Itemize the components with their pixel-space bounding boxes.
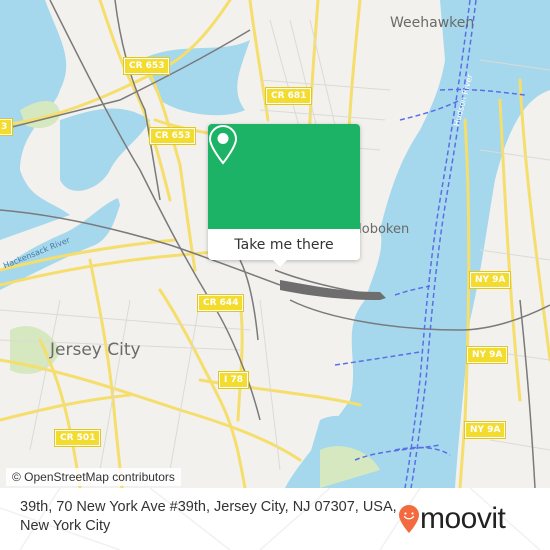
- footer: 39th, 70 New York Ave #39th, Jersey City…: [0, 488, 550, 550]
- moovit-pin-icon: [399, 505, 419, 533]
- map-view[interactable]: Weehawken Hoboken Jersey City Hackensack…: [0, 0, 550, 488]
- road-shield-cr653: CR 653: [148, 127, 197, 145]
- address-text: 39th, 70 New York Ave #39th, Jersey City…: [20, 499, 397, 534]
- road-shield-cr501: CR 501: [53, 429, 102, 447]
- map-attribution[interactable]: © OpenStreetMap contributors: [6, 468, 181, 486]
- road-shield-ny9a: NY 9A: [463, 421, 507, 439]
- moovit-logo[interactable]: moovit: [398, 502, 506, 535]
- map-pin-icon: [208, 124, 238, 165]
- water-mid-bay: [140, 40, 250, 116]
- location-popup: Take me there: [208, 124, 360, 267]
- water-hackensack-upper: [60, 108, 150, 191]
- place-label-hoboken: Hoboken: [352, 222, 410, 237]
- road-shield-i78: I 78: [217, 371, 250, 389]
- moovit-wordmark: moovit: [420, 502, 506, 535]
- popup-header: [208, 124, 360, 229]
- road-shield-cr681: CR 681: [264, 87, 313, 105]
- take-me-there-button[interactable]: Take me there: [208, 229, 360, 260]
- road-shield-ny9a: NY 9A: [465, 346, 509, 364]
- place-label-jersey-city: Jersey City: [50, 340, 141, 360]
- road-shield-cr653: CR 653: [122, 57, 171, 75]
- place-label-weehawken: Weehawken: [390, 15, 475, 31]
- road-shield-ny9a: NY 9A: [468, 271, 512, 289]
- road-shield-edge: 3: [0, 118, 14, 136]
- popup-tail: [273, 260, 287, 267]
- road-shield-cr644: CR 644: [196, 294, 245, 312]
